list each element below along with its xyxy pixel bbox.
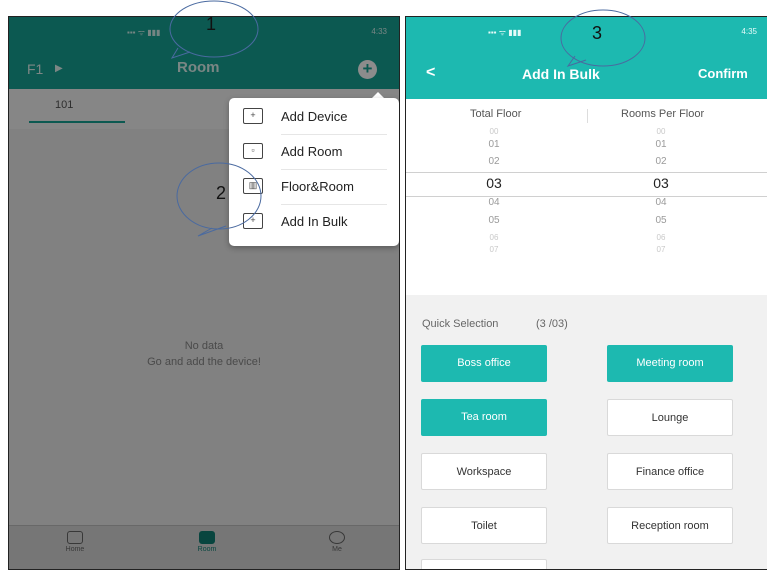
callout-tail-3	[566, 55, 587, 67]
callout-number-2: 2	[216, 183, 227, 203]
callout-number-1: 1	[206, 14, 217, 34]
callout-tail-2	[197, 225, 227, 237]
callout-layer	[169, 0, 646, 237]
callout-number-3: 3	[592, 23, 603, 43]
callout-tail-1	[170, 47, 191, 59]
